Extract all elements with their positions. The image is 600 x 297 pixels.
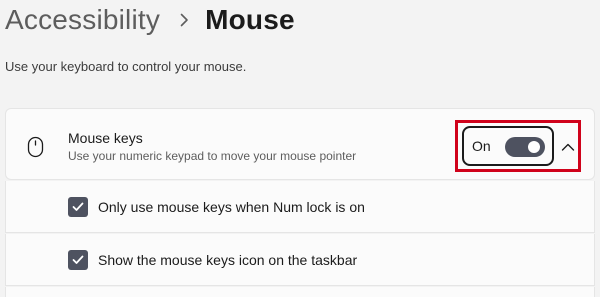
mouse-keys-title: Mouse keys (68, 130, 143, 146)
settings-page: Accessibility Mouse Use your keyboard to… (0, 0, 600, 297)
page-description: Use your keyboard to control your mouse. (5, 59, 247, 74)
taskbar-icon-option-label: Show the mouse keys icon on the taskbar (98, 252, 358, 268)
toggle-state-label: On (472, 138, 491, 154)
option-row-next (5, 287, 595, 297)
mouse-icon (27, 136, 44, 158)
option-row-num-lock: Only use mouse keys when Num lock is on (5, 181, 595, 233)
toggle-knob (528, 141, 540, 153)
chevron-right-icon (180, 13, 189, 27)
toggle-switch[interactable] (505, 137, 545, 157)
num-lock-checkbox[interactable] (68, 197, 88, 217)
chevron-up-icon[interactable] (561, 139, 575, 151)
taskbar-icon-checkbox[interactable] (68, 250, 88, 270)
page-title: Mouse (205, 4, 295, 35)
mouse-keys-subtitle: Use your numeric keypad to move your mou… (68, 149, 357, 163)
num-lock-option-label: Only use mouse keys when Num lock is on (98, 199, 365, 215)
breadcrumb: Accessibility Mouse (5, 0, 295, 40)
breadcrumb-parent-link[interactable]: Accessibility (5, 4, 160, 36)
mouse-keys-toggle[interactable]: On (462, 126, 554, 166)
option-row-taskbar-icon: Show the mouse keys icon on the taskbar (5, 234, 595, 286)
